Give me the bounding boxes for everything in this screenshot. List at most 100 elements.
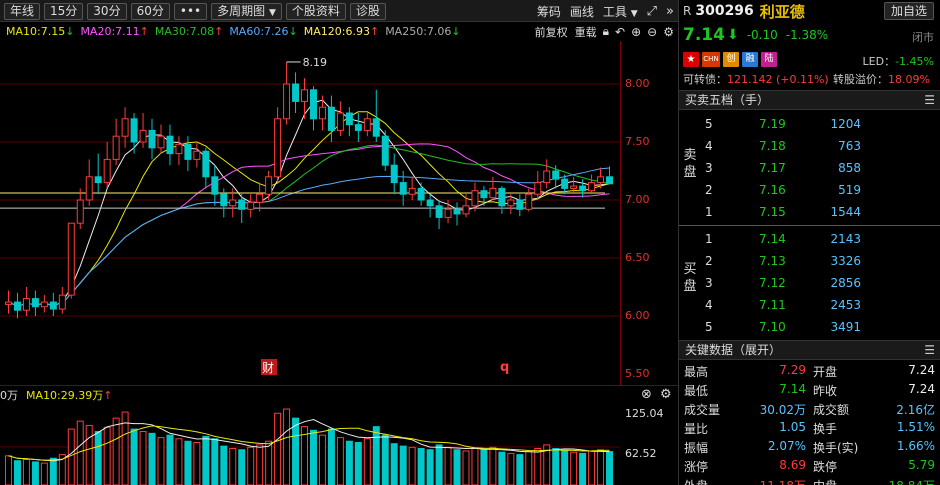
multi-period-label: 多周期图 — [217, 3, 266, 18]
volume-bar — [435, 444, 443, 485]
volume-bar — [238, 449, 246, 485]
keydata-value: 7.29 — [779, 363, 806, 377]
volume-bar — [381, 434, 389, 485]
keydata-value: 2.16亿 — [896, 403, 935, 417]
volume-bar — [157, 437, 165, 485]
adjust-mode-link[interactable]: 前复权 — [535, 24, 568, 40]
connect-tag[interactable]: 陆 — [761, 51, 777, 67]
volume-bar — [184, 440, 192, 485]
candle-body — [480, 190, 488, 199]
stock-profile-button[interactable]: 个股资料 — [285, 2, 346, 20]
candle-body — [85, 176, 93, 201]
keydata-row: 最低 7.14 昨收 7.24 — [679, 380, 940, 399]
ma10-label: MA10:7.15↓ — [6, 25, 75, 38]
volume-chart[interactable] — [0, 403, 620, 485]
sell-row-3[interactable]: 3 7.17 858 — [679, 157, 940, 179]
candle-body — [543, 170, 551, 184]
candlestick-chart[interactable]: 8.19 财 q — [0, 41, 678, 385]
volume-bar — [588, 450, 596, 485]
expand-icon[interactable]: ⤢ — [647, 4, 657, 19]
volume-bar — [229, 448, 237, 485]
volume-bar — [301, 426, 309, 485]
keydata-table: 最高 7.29 开盘 7.24 最低 7.14 昨收 7.24 成交量 30.02万 成交额 2.16… — [679, 361, 940, 485]
candle-body — [247, 201, 255, 210]
candle-body — [444, 208, 452, 218]
sell-row-5[interactable]: 5 7.19 1204 — [679, 113, 940, 135]
more-periods-button[interactable]: ••• — [173, 2, 208, 20]
close-icon[interactable]: ⊗ — [641, 387, 652, 402]
diagnose-button[interactable]: 诊股 — [349, 2, 386, 20]
settings-icon[interactable]: ⚙ — [663, 25, 674, 39]
stock-name: 利亚德 — [759, 2, 805, 21]
settings-icon[interactable]: ⚙ — [660, 387, 672, 402]
menu-icon[interactable]: ☰ — [924, 341, 935, 359]
volume-bar — [516, 454, 524, 485]
sell-row-2[interactable]: 2 7.16 519 — [679, 179, 940, 201]
candle-body — [103, 158, 111, 184]
sell-row-1[interactable]: 1 7.15 1544 — [679, 201, 940, 223]
keydata-row: 最高 7.29 开盘 7.24 — [679, 361, 940, 380]
volume-bar — [5, 455, 12, 485]
menu-icon[interactable]: ☰ — [924, 91, 935, 109]
candle-body — [525, 193, 533, 210]
candle-body — [76, 199, 84, 224]
keydata-header[interactable]: 关键数据（展开） ☰ — [679, 340, 940, 360]
volume-bar — [498, 451, 506, 485]
chn-tag[interactable]: CHN — [702, 51, 720, 67]
candle-body — [193, 150, 201, 160]
volume-bar — [148, 432, 156, 485]
candle-body — [408, 187, 416, 195]
keydata-value: 2.07% — [767, 439, 806, 453]
buy-row-5[interactable]: 5 7.10 3491 — [679, 316, 940, 338]
keydata-row: 振幅 2.07% 换手(实) 1.66% — [679, 437, 940, 456]
keydata-label: 成交额 — [813, 403, 850, 417]
candle-body — [579, 185, 587, 192]
overlay-link[interactable]: 重载 — [575, 24, 597, 40]
volume-bar — [597, 449, 605, 485]
zoom-in-icon[interactable]: ⊕ — [631, 25, 641, 39]
period-year-button[interactable]: 年线 — [4, 2, 41, 20]
ma250-label: MA250:7.06↓ — [385, 25, 461, 38]
zoom-out-icon[interactable]: ⊖ — [647, 25, 657, 39]
period-15min-button[interactable]: 15分 — [44, 2, 84, 20]
candle-body — [534, 182, 542, 195]
drawing-link[interactable]: 画线 — [570, 3, 594, 20]
volume-bar — [444, 446, 452, 485]
period-30min-button[interactable]: 30分 — [87, 2, 127, 20]
candle-body — [94, 176, 102, 184]
candle-body — [417, 187, 425, 201]
volume-bar — [85, 424, 93, 485]
ma60-label: MA60:7.26↓ — [229, 25, 298, 38]
buy-row-4[interactable]: 4 7.11 2453 — [679, 294, 940, 316]
buy-row-3[interactable]: 3 7.12 2856 — [679, 272, 940, 294]
price-label: 5.50 — [625, 367, 650, 380]
lock-icon[interactable]: 🔒︎ — [603, 24, 609, 39]
buy-row-1[interactable]: 1 7.14 2143 — [679, 228, 940, 250]
event-q-marker: q — [500, 360, 509, 375]
period-60min-button[interactable]: 60分 — [130, 2, 170, 20]
chips-link[interactable]: 筹码 — [537, 3, 561, 20]
add-watchlist-button[interactable]: 加自选 — [883, 2, 934, 20]
undo-icon[interactable]: ↶ — [615, 25, 625, 39]
keydata-row: 涨停 8.69 跌停 5.79 — [679, 456, 940, 475]
price-label: 6.00 — [625, 309, 650, 322]
ma30-label: MA30:7.08↑ — [154, 25, 224, 38]
candle-body — [318, 106, 326, 120]
orderbook-header[interactable]: 买卖五档（手） ☰ — [679, 90, 940, 110]
convertible-bond-line[interactable]: 可转债：121.142 (+0.11%) 转股溢价：18.09% — [683, 71, 935, 87]
buy-row-2[interactable]: 2 7.13 3326 — [679, 250, 940, 272]
candle-body — [40, 301, 48, 308]
volume-bar — [22, 458, 30, 485]
volume-bar — [265, 440, 273, 485]
sell-row-4[interactable]: 4 7.18 763 — [679, 135, 940, 157]
led-sector[interactable]: LED：-1.45% — [863, 53, 934, 69]
tools-dropdown[interactable]: 工具 ▼ — [603, 3, 638, 20]
keydata-value: 7.24 — [908, 382, 935, 396]
volume-bar — [345, 440, 353, 485]
margin-tag[interactable]: 融 — [742, 51, 758, 67]
volume-bar — [399, 445, 407, 485]
volume-bar — [570, 451, 578, 485]
multi-period-dropdown[interactable]: 多周期图 ▼ — [211, 2, 282, 20]
chuang-tag[interactable]: 创 — [723, 51, 739, 67]
collapse-icon[interactable]: » — [666, 4, 674, 19]
